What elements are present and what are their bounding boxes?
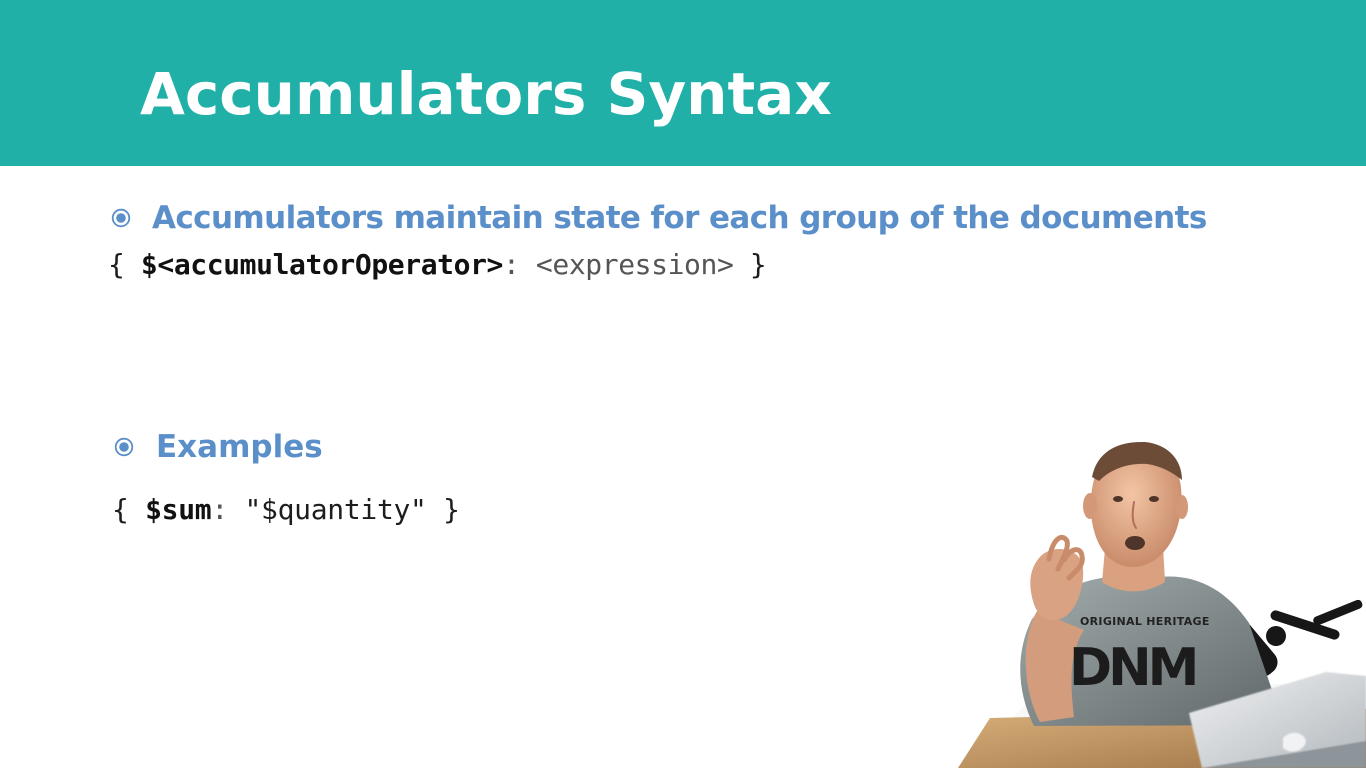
code-expression: <expression> bbox=[519, 248, 750, 281]
shirt-graphic: DNM bbox=[1069, 638, 1195, 698]
code-open-brace: { bbox=[108, 248, 141, 281]
shirt-text: ORIGINAL HERITAGE bbox=[1080, 615, 1210, 628]
slide: Accumulators Syntax Accumulators maintai… bbox=[0, 0, 1366, 768]
radio-bullet-icon bbox=[111, 208, 131, 228]
bullet-accumulators-state: Accumulators maintain state for each gro… bbox=[111, 197, 1207, 239]
code-operator: $sum bbox=[145, 493, 212, 526]
code-close-brace: } bbox=[443, 493, 460, 526]
bullet-text: Examples bbox=[156, 429, 323, 465]
code-close-brace: } bbox=[749, 248, 767, 281]
sum-example-code: { $sum: "$quantity" } bbox=[112, 491, 460, 529]
title-bar: Accumulators Syntax bbox=[0, 0, 1366, 166]
code-open-brace: { bbox=[112, 493, 146, 526]
code-value: "$quantity" bbox=[227, 493, 444, 526]
radio-bullet-icon bbox=[114, 437, 134, 457]
presenter-image: ORIGINAL HERITAGE DNM bbox=[958, 441, 1366, 768]
bullet-examples: Examples bbox=[114, 426, 323, 468]
presenter-webcam-overlay: ORIGINAL HERITAGE DNM bbox=[958, 432, 1366, 768]
accumulator-syntax-code: { $<accumulatorOperator>: <expression> } bbox=[108, 246, 767, 284]
code-colon: : bbox=[211, 493, 228, 526]
slide-title: Accumulators Syntax bbox=[140, 60, 832, 128]
code-operator: $<accumulatorOperator> bbox=[140, 248, 503, 281]
bullet-text: Accumulators maintain state for each gro… bbox=[152, 200, 1207, 236]
code-colon: : bbox=[503, 248, 520, 281]
